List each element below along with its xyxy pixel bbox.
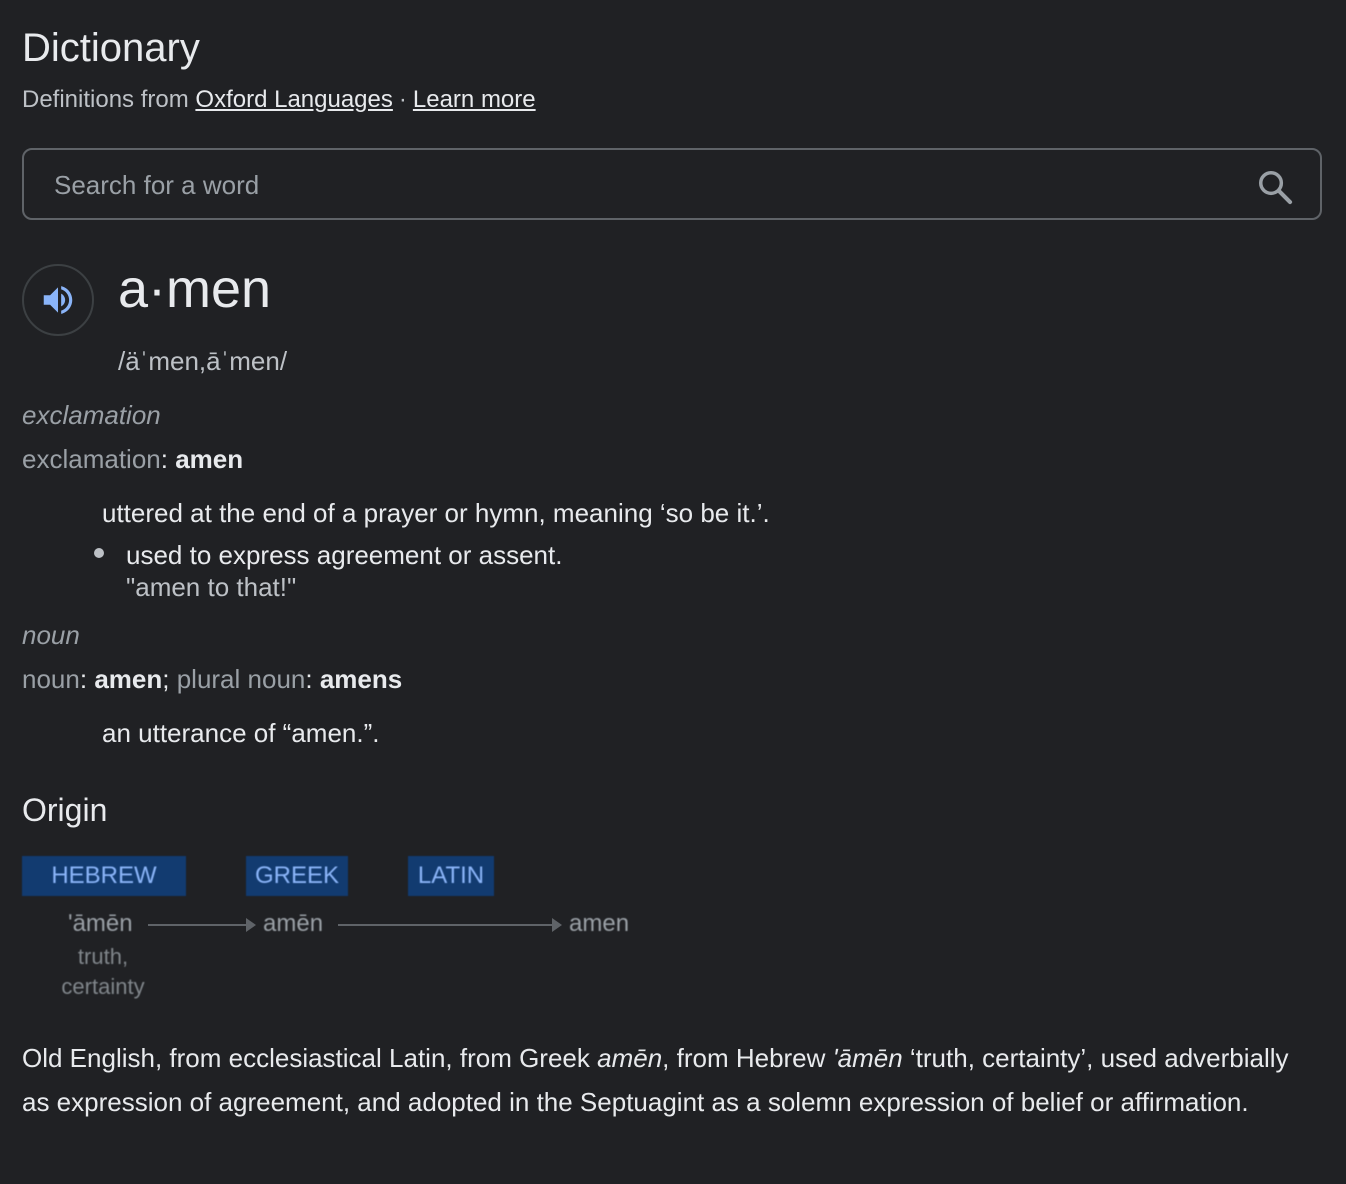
- search-box: [22, 148, 1322, 220]
- origin-text: Old English, from ecclesiastical Latin, …: [22, 1036, 1322, 1124]
- inflection-word: amen: [175, 444, 244, 474]
- part-of-speech-exclamation: exclamation: [22, 400, 161, 430]
- origin-gloss-line: certainty: [61, 974, 145, 999]
- page-title: Dictionary: [22, 26, 200, 70]
- origin-form-latin: amen: [569, 910, 630, 937]
- learn-more-link[interactable]: Learn more: [413, 86, 536, 113]
- separator-dot: ·: [398, 86, 407, 113]
- origin-form-greek: amēn: [263, 910, 324, 937]
- sub-definition: used to express agreement or assent.: [126, 540, 563, 570]
- origin-text-part: , from Hebrew: [662, 1043, 833, 1073]
- origin-tag-hebrew: HEBREW: [22, 856, 186, 896]
- headword: a·men: [118, 259, 272, 319]
- definition: uttered at the end of a prayer or hymn, …: [102, 498, 770, 528]
- origin-gloss: truth, certainty: [40, 942, 166, 1002]
- inflection-word: amen: [94, 664, 163, 694]
- bullet: [94, 548, 104, 558]
- origin-form-hebrew: ʹāmēn: [68, 910, 133, 937]
- phonetic: /äˈmen,āˈmen/: [118, 346, 288, 376]
- origin-arrow: [148, 918, 256, 932]
- origin-arrow: [338, 918, 562, 932]
- search-icon[interactable]: [1256, 168, 1294, 206]
- origin-gloss-line: truth,: [77, 944, 129, 969]
- plural-label: plural noun: [176, 664, 306, 694]
- search-input[interactable]: [52, 150, 1236, 220]
- origin-text-greek: amēn: [597, 1043, 663, 1073]
- inflection-label: exclamation: [22, 444, 161, 474]
- example: "amen to that!": [126, 572, 297, 602]
- inflection-label: noun: [22, 664, 80, 694]
- origin-tag-latin: LATIN: [408, 856, 494, 896]
- source-line: Definitions from Oxford Languages · Learn …: [22, 86, 536, 114]
- part-of-speech-noun: noun: [22, 620, 80, 650]
- oxford-languages-link[interactable]: Oxford Languages: [195, 86, 392, 113]
- plural-word: amens: [319, 664, 403, 694]
- source-prefix: Definitions from: [22, 86, 189, 113]
- origin-text-hebrew: ʹāmēn: [832, 1043, 903, 1073]
- origin-text-part: Old English, from ecclesiastical Latin, …: [22, 1043, 598, 1073]
- origin-tag-greek: GREEK: [246, 856, 348, 896]
- speaker-icon: [43, 286, 73, 314]
- definition: an utterance of “amen.”.: [102, 718, 380, 748]
- inflection-noun: noun: amen; plural noun: amens: [22, 664, 403, 694]
- pronunciation-button[interactable]: [22, 264, 94, 336]
- origin-heading: Origin: [22, 792, 108, 828]
- inflection-exclamation: exclamation: amen: [22, 444, 244, 474]
